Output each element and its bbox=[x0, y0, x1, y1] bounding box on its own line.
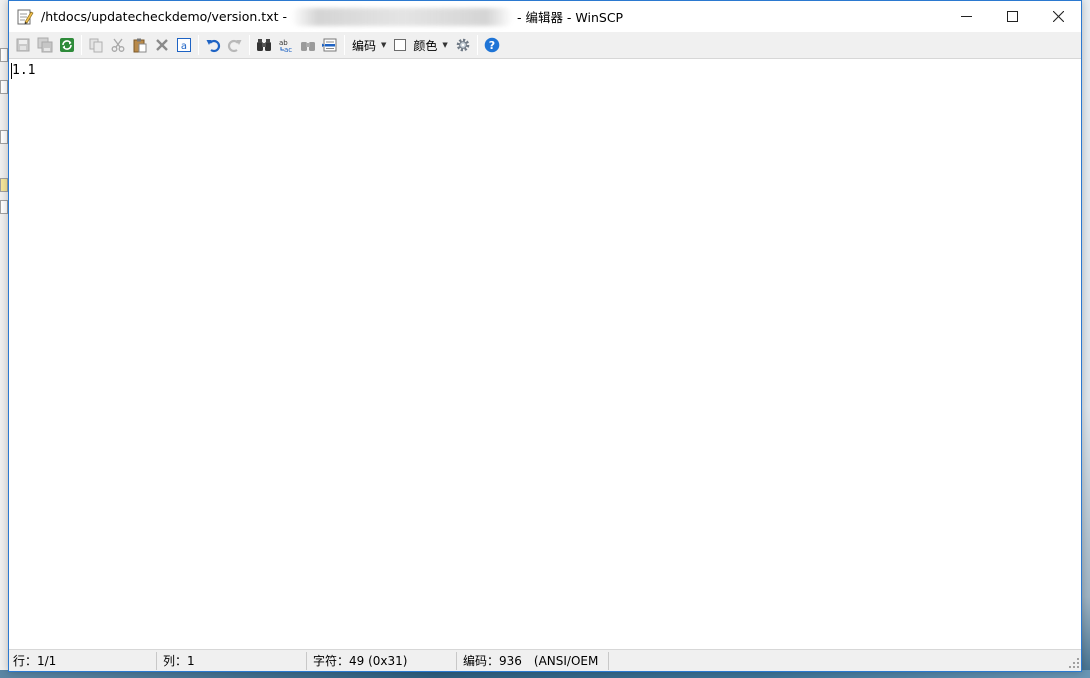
status-bar: 行：1/1 列：1 字符：49 (0x31) 编码：936 (ANSI/OEM bbox=[9, 649, 1081, 671]
notepad-edit-icon bbox=[16, 8, 34, 26]
chevron-down-icon: ▼ bbox=[442, 41, 448, 49]
copy-button[interactable] bbox=[85, 34, 107, 56]
window-title: /htdocs/updatecheckdemo/version.txt - - … bbox=[41, 7, 623, 26]
editor-content[interactable]: 1.1 bbox=[12, 63, 35, 79]
save-button[interactable] bbox=[12, 34, 34, 56]
delete-icon bbox=[156, 39, 168, 51]
color-dropdown-label: 颜色 bbox=[413, 38, 438, 53]
refresh-icon bbox=[60, 38, 74, 52]
save-icon bbox=[16, 38, 30, 52]
color-dropdown[interactable]: 颜色 ▼ bbox=[390, 34, 451, 56]
window-title-app: - 编辑器 - WinSCP bbox=[516, 10, 624, 25]
redo-button[interactable] bbox=[224, 34, 246, 56]
select-all-icon: a bbox=[177, 38, 191, 52]
goto-line-icon bbox=[322, 38, 337, 52]
select-all-button[interactable]: a bbox=[173, 34, 195, 56]
editor-toolbar: a ab ac 编码 ▼ 颜色 ▼ ? bbox=[9, 32, 1081, 59]
chevron-down-icon: ▼ bbox=[381, 41, 387, 49]
undo-button[interactable] bbox=[202, 34, 224, 56]
color-checkbox[interactable] bbox=[394, 39, 407, 51]
find-button[interactable] bbox=[253, 34, 275, 56]
status-line: 行：1/1 bbox=[9, 651, 157, 670]
minimize-button[interactable] bbox=[943, 2, 989, 32]
help-button[interactable]: ? bbox=[481, 34, 503, 56]
goto-line-button[interactable] bbox=[319, 34, 341, 56]
close-icon bbox=[1052, 11, 1064, 22]
help-icon: ? bbox=[484, 37, 500, 53]
svg-text:a: a bbox=[181, 41, 187, 52]
status-column: 列：1 bbox=[159, 651, 307, 670]
binoculars-icon bbox=[257, 39, 271, 51]
save-all-button[interactable] bbox=[34, 34, 56, 56]
save-all-icon bbox=[37, 37, 53, 53]
cut-button[interactable] bbox=[107, 34, 129, 56]
minimize-icon bbox=[960, 16, 972, 17]
svg-text:ac: ac bbox=[284, 46, 292, 53]
paste-icon bbox=[133, 38, 147, 53]
window-title-path: /htdocs/updatecheckdemo/version.txt - bbox=[41, 9, 287, 24]
status-character: 字符：49 (0x31) bbox=[309, 651, 457, 670]
replace-icon: abac bbox=[279, 39, 292, 53]
maximize-icon bbox=[1006, 11, 1018, 22]
undo-icon bbox=[206, 39, 221, 53]
reload-button[interactable] bbox=[56, 34, 78, 56]
redacted-host-blur bbox=[290, 7, 513, 26]
cut-icon bbox=[111, 38, 125, 52]
resize-grip-icon[interactable] bbox=[1069, 652, 1081, 670]
copy-icon bbox=[89, 38, 103, 53]
status-encoding: 编码：936 (ANSI/OEM bbox=[459, 651, 609, 670]
status-empty bbox=[611, 652, 1067, 670]
svg-text:?: ? bbox=[489, 39, 495, 52]
encoding-dropdown[interactable]: 编码 ▼ bbox=[348, 34, 390, 56]
preferences-button[interactable] bbox=[452, 34, 474, 56]
find-next-button[interactable] bbox=[297, 34, 319, 56]
replace-button[interactable]: ab ac bbox=[275, 34, 297, 56]
text-editor[interactable]: 1.1 bbox=[9, 59, 1081, 649]
maximize-button[interactable] bbox=[989, 2, 1035, 32]
close-button[interactable] bbox=[1035, 2, 1081, 32]
title-bar[interactable]: /htdocs/updatecheckdemo/version.txt - - … bbox=[9, 1, 1081, 32]
gear-icon bbox=[456, 38, 470, 52]
delete-button[interactable] bbox=[151, 34, 173, 56]
find-next-icon bbox=[301, 42, 315, 51]
redo-icon bbox=[227, 39, 242, 53]
editor-window: /htdocs/updatecheckdemo/version.txt - - … bbox=[8, 0, 1082, 672]
text-cursor bbox=[11, 63, 12, 79]
paste-button[interactable] bbox=[129, 34, 151, 56]
encoding-dropdown-label: 编码 bbox=[352, 38, 377, 53]
